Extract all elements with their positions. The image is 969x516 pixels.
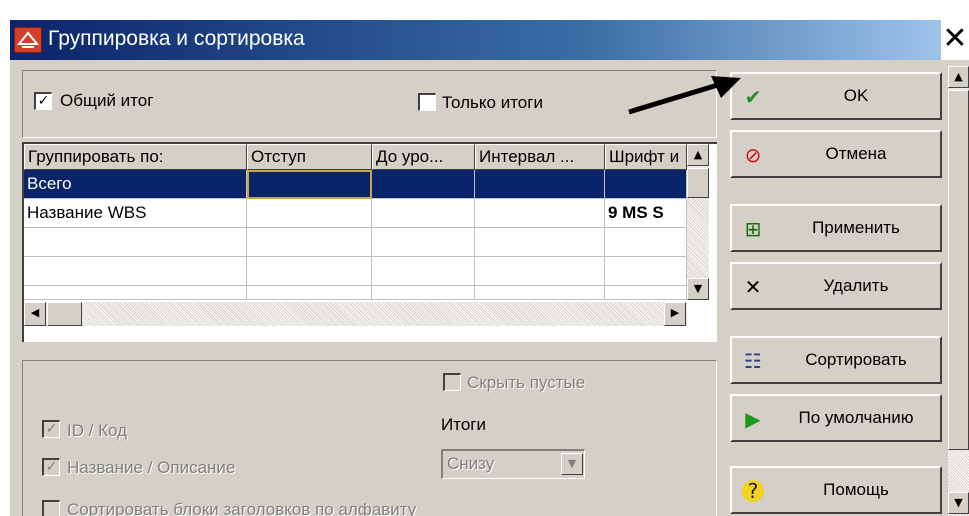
table-row-empty[interactable]: [247, 257, 372, 286]
table-row-cell[interactable]: [475, 170, 605, 199]
table-row-empty[interactable]: [475, 228, 605, 257]
totals-select[interactable]: Снизу ▼: [441, 449, 585, 479]
table-row-empty[interactable]: [247, 228, 372, 257]
sort-button[interactable]: ☷ Сортировать: [730, 336, 942, 384]
sort-icon: ☷: [744, 349, 762, 373]
help-icon: ?: [742, 480, 764, 502]
app-logo-icon: [14, 27, 42, 53]
table-row-cell[interactable]: [247, 199, 372, 228]
column-header-level[interactable]: До уро...: [372, 144, 475, 170]
grid-scroll-thumb[interactable]: [687, 168, 709, 198]
total-label: Общий итог: [60, 91, 154, 110]
table-row-empty[interactable]: [605, 228, 687, 257]
grid-horizontal-scrollbar[interactable]: [24, 302, 687, 326]
table-row-cell[interactable]: 9 MS S: [605, 199, 687, 228]
delete-button[interactable]: ✕ Удалить: [730, 262, 942, 310]
annotation-arrow-icon: [628, 76, 741, 115]
table-row-empty[interactable]: [24, 228, 247, 257]
no-entry-icon: ⊘: [744, 143, 762, 167]
table-row-empty[interactable]: [605, 286, 687, 300]
table-row-empty[interactable]: [605, 257, 687, 286]
table-row-cell[interactable]: [475, 199, 605, 228]
chevron-down-icon[interactable]: ▼: [561, 453, 583, 475]
dialog-vertical-scrollbar[interactable]: ▲ ▼: [948, 66, 969, 516]
dialog-scroll-up-button[interactable]: ▲: [948, 66, 969, 88]
table-row-empty[interactable]: [24, 257, 247, 286]
dialog-window: Группировка и сортировка ✕ ✓ Общий итог …: [10, 20, 969, 516]
close-button[interactable]: ✕: [941, 20, 969, 60]
sort-headers-label: Сортировать блоки заголовков по алфавиту: [67, 500, 417, 516]
table-row-empty[interactable]: [372, 228, 475, 257]
grid-hscroll-thumb[interactable]: [47, 302, 82, 326]
id-code-label: ID / Код: [67, 421, 128, 440]
x-icon: ✕: [744, 275, 762, 299]
help-button[interactable]: ? Помощь: [730, 466, 942, 514]
grid-scroll-right-button[interactable]: ▶: [664, 302, 686, 326]
column-header-group-by[interactable]: Группировать по:: [24, 144, 247, 170]
apply-button[interactable]: ⊞ Применить: [730, 204, 942, 252]
table-row-cell[interactable]: [372, 170, 475, 199]
table-row-cell[interactable]: [605, 170, 687, 199]
table-row-empty[interactable]: [247, 286, 372, 300]
cancel-button[interactable]: ⊘ Отмена: [730, 130, 942, 178]
grid-scroll-left-button[interactable]: ◀: [24, 302, 46, 326]
only-totals-label: Только итоги: [442, 93, 543, 112]
dialog-scroll-down-button[interactable]: ▼: [948, 492, 969, 514]
apply-icon: ⊞: [744, 217, 762, 241]
hide-empty-label: Скрыть пустые: [467, 373, 586, 392]
table-row-empty[interactable]: [24, 286, 247, 300]
table-row-empty[interactable]: [475, 257, 605, 286]
total-checkbox[interactable]: ✓: [34, 92, 52, 110]
dialog-scroll-thumb[interactable]: [948, 90, 969, 450]
table-row-cell[interactable]: Всего: [24, 170, 247, 199]
grid-scroll-up-button[interactable]: ▲: [687, 144, 709, 166]
column-header-interval[interactable]: Интервал ...: [475, 144, 605, 170]
totals-label: Итоги: [441, 415, 486, 434]
table-row-cell[interactable]: Название WBS: [24, 199, 247, 228]
table-row-cell[interactable]: [372, 199, 475, 228]
id-code-checkbox[interactable]: ✓: [42, 420, 60, 438]
ok-button[interactable]: ✔ OK: [730, 72, 942, 120]
default-button[interactable]: ▶ По умолчанию: [730, 394, 942, 442]
column-header-font[interactable]: Шрифт и: [605, 144, 687, 170]
only-totals-checkbox[interactable]: [418, 93, 436, 111]
name-desc-label: Название / Описание: [67, 458, 236, 477]
grid-scroll-down-button[interactable]: ▼: [687, 278, 709, 300]
play-icon: ▶: [745, 407, 761, 431]
window-title: Группировка и сортировка: [48, 27, 305, 50]
name-desc-checkbox[interactable]: ✓: [42, 458, 60, 476]
table-row-empty[interactable]: [372, 257, 475, 286]
table-row-cell-focused[interactable]: [247, 170, 372, 199]
title-bar: Группировка и сортировка: [10, 20, 969, 60]
table-row-empty[interactable]: [372, 286, 475, 300]
checkmark-icon: ✔: [744, 85, 762, 109]
sort-headers-checkbox[interactable]: [42, 500, 60, 516]
table-row-empty[interactable]: [475, 286, 605, 300]
hide-empty-checkbox[interactable]: [443, 373, 461, 391]
grouping-grid: Группировать по: Отступ До уро... Интерв…: [22, 142, 717, 342]
totals-select-value: Снизу: [447, 454, 495, 473]
column-header-indent[interactable]: Отступ: [247, 144, 372, 170]
